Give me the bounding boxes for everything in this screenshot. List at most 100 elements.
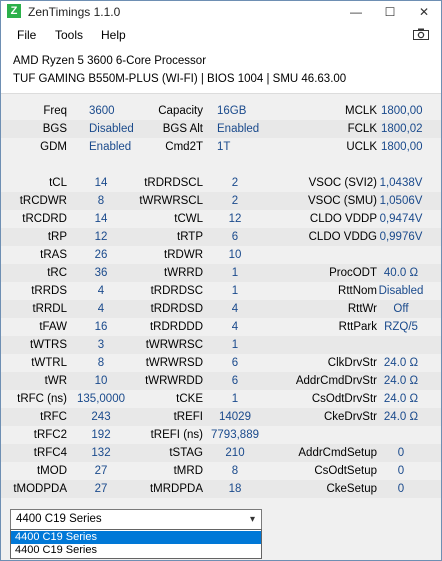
timing-label: tRDRDSCL: [144, 177, 203, 189]
timing-label: tWRRD: [164, 267, 203, 279]
preset-option[interactable]: 4400 C19 Series: [11, 544, 261, 557]
timing-row: tFAW 16 tRDRDDD 4 RttPark RZQ/5: [1, 318, 441, 336]
timing-label: tCWL: [174, 213, 203, 225]
timing-label: tWRWRSD: [145, 357, 203, 369]
timing-value: 0,9474V: [379, 213, 423, 225]
timing-label: AddrCmdDrvStr: [295, 375, 377, 387]
board-info: TUF GAMING B550M-PLUS (WI-FI) | BIOS 100…: [13, 73, 347, 85]
timing-value: Disabled: [89, 123, 134, 135]
timing-label: UCLK: [346, 141, 377, 153]
timing-label: tSTAG: [169, 447, 203, 459]
timing-label: RttNom: [338, 285, 377, 297]
timing-value: 1800,00: [381, 141, 423, 153]
close-button[interactable]: ✕: [407, 1, 441, 23]
system-info-header: AMD Ryzen 5 3600 6-Core Processor TUF GA…: [1, 47, 441, 94]
timing-value: 1800,00: [381, 105, 423, 117]
timing-label: tRCDRD: [22, 213, 67, 225]
timing-value: 3600: [89, 105, 115, 117]
timing-label: MCLK: [345, 105, 377, 117]
timing-value: Off: [393, 303, 409, 315]
timing-row: tRP 12 tRTP 6 CLDO VDDG 0,9976V: [1, 228, 441, 246]
timing-label: tRFC (ns): [17, 393, 67, 405]
menu-bar: File Tools Help: [1, 23, 441, 47]
timing-label: tRFC: [40, 411, 67, 423]
camera-icon[interactable]: [413, 28, 429, 40]
timing-value: 14: [94, 213, 108, 225]
timing-label: tWRWRDD: [145, 375, 203, 387]
timing-value: 40.0 Ω: [383, 267, 419, 279]
menu-help[interactable]: Help: [101, 28, 126, 42]
timing-label: BGS Alt: [162, 123, 203, 135]
timing-label: tMODPDA: [13, 483, 67, 495]
timing-label: VSOC (SVI2): [308, 177, 377, 189]
timing-value: 8: [231, 465, 239, 477]
timing-label: tRTP: [177, 231, 203, 243]
menu-file[interactable]: File: [17, 28, 36, 42]
timing-row: tRC 36 tWRRD 1 ProcODT 40.0 Ω: [1, 264, 441, 282]
preset-option[interactable]: 4400 C19 Series: [11, 531, 261, 544]
timing-value: Enabled: [217, 123, 260, 135]
timing-row: GDM Enabled Cmd2T 1T UCLK 1800,00: [1, 138, 441, 156]
timing-value: 24.0 Ω: [383, 375, 419, 387]
timing-value: 192: [91, 429, 111, 441]
timing-label: tRRDL: [32, 303, 67, 315]
timing-label: tRDRDSC: [150, 285, 203, 297]
timing-label: tMRD: [173, 465, 203, 477]
menu-tools[interactable]: Tools: [55, 28, 83, 42]
timing-row: tRFC4 132 tSTAG 210 AddrCmdSetup 0: [1, 444, 441, 462]
timing-row: tWTRL 8 tWRWRSD 6 ClkDrvStr 24.0 Ω: [1, 354, 441, 372]
timing-row: tMODPDA 27 tMRDPDA 18 CkeSetup 0: [1, 480, 441, 498]
timing-label: tWRWRSC: [145, 339, 203, 351]
timing-row: tRCDRD 14 tCWL 12 CLDO VDDP 0,9474V: [1, 210, 441, 228]
timing-value: 24.0 Ω: [383, 411, 419, 423]
timing-label: tRAS: [40, 249, 67, 261]
timing-row: BGS Disabled BGS Alt Enabled FCLK 1800,02: [1, 120, 441, 138]
timing-row: tRRDS 4 tRDRDSC 1 RttNom Disabled: [1, 282, 441, 300]
timing-label: tWTRL: [31, 357, 67, 369]
timing-label: tWTRS: [29, 339, 67, 351]
timing-label: tWRWRSCL: [139, 195, 203, 207]
title-bar[interactable]: Z ZenTimings 1.1.0 — ☐ ✕: [1, 1, 441, 23]
timing-value: 1: [231, 339, 239, 351]
timing-value: 132: [91, 447, 111, 459]
timing-label: CLDO VDDG: [308, 231, 377, 243]
timing-label: AddrCmdSetup: [298, 447, 377, 459]
minimize-button[interactable]: —: [339, 1, 373, 23]
timing-value: RZQ/5: [384, 321, 418, 333]
timing-value: 0: [397, 465, 405, 477]
timing-value: 7793,889: [211, 429, 259, 441]
timing-value: 0: [397, 447, 405, 459]
timing-value: 2: [231, 195, 239, 207]
timing-label: tRFC4: [33, 447, 67, 459]
timing-value: 6: [231, 231, 239, 243]
timing-label: tWR: [44, 375, 67, 387]
timing-value: 8: [97, 195, 105, 207]
timing-label: tFAW: [39, 321, 67, 333]
timing-value: 210: [225, 447, 245, 459]
timing-value: 18: [228, 483, 242, 495]
maximize-button[interactable]: ☐: [373, 1, 407, 23]
timing-row: tWTRS 3 tWRWRSC 1: [1, 336, 441, 354]
timing-value: 24.0 Ω: [383, 393, 419, 405]
timing-row: tMOD 27 tMRD 8 CsOdtSetup 0: [1, 462, 441, 480]
timing-label: tCKE: [176, 393, 203, 405]
timing-value: 8: [97, 357, 105, 369]
timing-value: 10: [228, 249, 242, 261]
timing-label: VSOC (SMU): [308, 195, 377, 207]
timing-label: CLDO VDDP: [309, 213, 377, 225]
preset-select[interactable]: 4400 C19 Series ▾: [10, 509, 262, 531]
timing-label: Freq: [43, 105, 67, 117]
timing-row: tRFC (ns) 135,0000 tCKE 1 CsOdtDrvStr 24.0 Ω: [1, 390, 441, 408]
timing-value: 24.0 Ω: [383, 357, 419, 369]
timing-value: 4: [97, 285, 105, 297]
preset-dropdown-list: 4400 C19 Series 4400 C19 Series: [10, 529, 262, 559]
timing-label: FCLK: [347, 123, 377, 135]
timing-value: 2: [231, 177, 239, 189]
timing-value: 14029: [219, 411, 251, 423]
timing-label: tRDRDSD: [150, 303, 203, 315]
timing-label: GDM: [40, 141, 67, 153]
timing-value: 135,0000: [77, 393, 125, 405]
timing-label: RttPark: [338, 321, 377, 333]
timing-label: tMRDPDA: [149, 483, 203, 495]
preset-selected-value: 4400 C19 Series: [16, 513, 102, 525]
